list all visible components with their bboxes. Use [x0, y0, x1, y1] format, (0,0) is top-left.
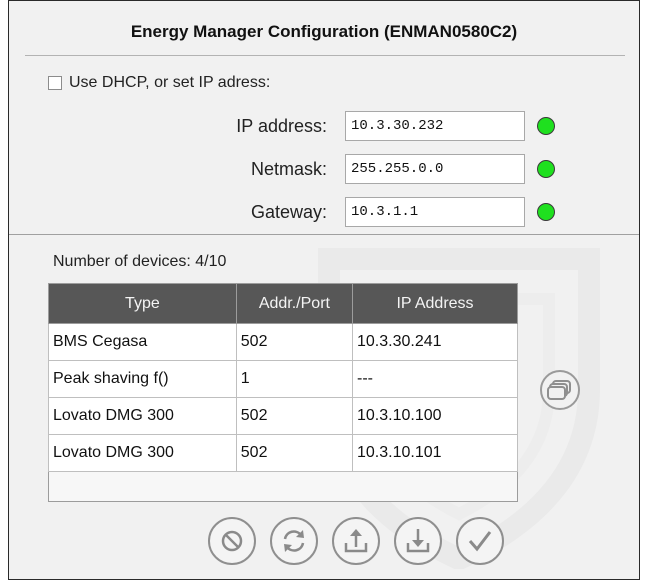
- copy-button[interactable]: [540, 370, 580, 410]
- upload-button[interactable]: [332, 517, 380, 565]
- download-icon: [406, 529, 430, 553]
- refresh-icon: [283, 530, 305, 552]
- gateway-row: Gateway:: [9, 197, 555, 227]
- table-row[interactable]: Peak shaving f() 1 ---: [48, 360, 518, 398]
- gateway-label: Gateway:: [250, 201, 327, 222]
- cell-type: BMS Cegasa: [48, 323, 237, 361]
- download-button[interactable]: [394, 517, 442, 565]
- cell-type: Lovato DMG 300: [48, 434, 237, 472]
- dhcp-label: Use DHCP, or set IP adress:: [69, 74, 271, 91]
- dhcp-checkbox[interactable]: [48, 76, 62, 90]
- cancel-button[interactable]: [208, 517, 256, 565]
- column-header-type[interactable]: Type: [48, 283, 237, 324]
- table-row[interactable]: Lovato DMG 300 502 10.3.10.100: [48, 397, 518, 435]
- cell-ip: 10.3.10.100: [352, 397, 518, 435]
- copy-icon: [547, 380, 571, 400]
- action-bar: [208, 517, 504, 565]
- ip-address-label: IP address:: [236, 115, 327, 136]
- column-header-port[interactable]: Addr./Port: [235, 283, 354, 324]
- gateway-input[interactable]: [345, 197, 525, 227]
- cancel-icon: [221, 530, 243, 552]
- section-divider: [9, 234, 639, 235]
- netmask-input[interactable]: [345, 154, 525, 184]
- cell-type: Peak shaving f(): [48, 360, 237, 398]
- ip-address-input[interactable]: [345, 111, 525, 141]
- cell-ip: ---: [352, 360, 518, 398]
- confirm-button[interactable]: [456, 517, 504, 565]
- dhcp-option[interactable]: Use DHCP, or set IP adress:: [48, 74, 270, 92]
- cell-port: 502: [235, 323, 354, 361]
- dialog-title: Energy Manager Configuration (ENMAN0580C…: [130, 22, 518, 41]
- device-table: Type Addr./Port IP Address BMS Cegasa 50…: [48, 283, 518, 502]
- cell-port: 502: [235, 397, 354, 435]
- table-row[interactable]: Lovato DMG 300 502 10.3.10.101: [48, 434, 518, 472]
- cell-ip: 10.3.30.241: [352, 323, 518, 361]
- title-divider: [25, 55, 625, 56]
- refresh-button[interactable]: [270, 517, 318, 565]
- config-dialog: Energy Manager Configuration (ENMAN0580C…: [8, 0, 640, 580]
- ip-address-row: IP address:: [9, 111, 555, 141]
- netmask-status-indicator: [537, 160, 555, 178]
- gateway-status-indicator: [537, 203, 555, 221]
- cell-type: Lovato DMG 300: [48, 397, 237, 435]
- column-header-ip[interactable]: IP Address: [352, 283, 518, 324]
- netmask-row: Netmask:: [9, 154, 555, 184]
- upload-icon: [344, 529, 368, 553]
- ip-address-status-indicator: [537, 117, 555, 135]
- netmask-label: Netmask:: [250, 158, 327, 179]
- device-count-label: Number of devices: 4/10: [53, 253, 227, 270]
- table-row[interactable]: BMS Cegasa 502 10.3.30.241: [48, 323, 518, 361]
- cell-port: 1: [235, 360, 354, 398]
- confirm-icon: [468, 531, 492, 552]
- cell-port: 502: [235, 434, 354, 472]
- cell-ip: 10.3.10.101: [352, 434, 518, 472]
- table-header-row: Type Addr./Port IP Address: [48, 283, 518, 324]
